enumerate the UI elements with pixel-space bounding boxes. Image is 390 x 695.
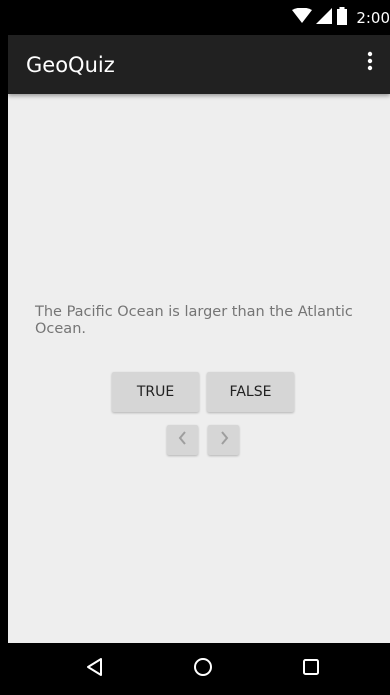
cell-signal-icon [316, 8, 333, 28]
battery-icon [336, 7, 348, 29]
status-bar: 2:00 [8, 0, 390, 35]
app-bar: GeoQuiz [8, 35, 390, 94]
device-screen: 2:00 GeoQuiz The Pacific Ocean is larger… [0, 0, 390, 695]
previous-button[interactable] [167, 425, 198, 455]
quiz-content: The Pacific Ocean is larger than the Atl… [8, 94, 390, 643]
false-button[interactable]: FALSE [207, 372, 294, 412]
wifi-icon [292, 7, 313, 28]
recents-button[interactable] [297, 655, 325, 683]
true-button[interactable]: TRUE [112, 372, 199, 412]
question-text: The Pacific Ocean is larger than the Atl… [35, 304, 353, 337]
home-button[interactable] [189, 655, 217, 683]
next-button[interactable] [208, 425, 239, 455]
overflow-menu-button[interactable] [356, 49, 384, 77]
back-icon [85, 657, 105, 681]
overflow-menu-icon [367, 51, 373, 75]
app-title: GeoQuiz [26, 53, 115, 77]
chevron-right-icon [219, 431, 229, 449]
status-time: 2:00 [356, 9, 390, 27]
status-icons: 2:00 [292, 7, 390, 29]
back-button[interactable] [81, 655, 109, 683]
false-button-label: FALSE [229, 384, 272, 400]
chevron-left-icon [178, 431, 188, 449]
system-nav-bar [8, 643, 390, 695]
true-button-label: TRUE [136, 384, 175, 400]
recents-icon [302, 658, 320, 680]
home-icon [193, 657, 213, 681]
